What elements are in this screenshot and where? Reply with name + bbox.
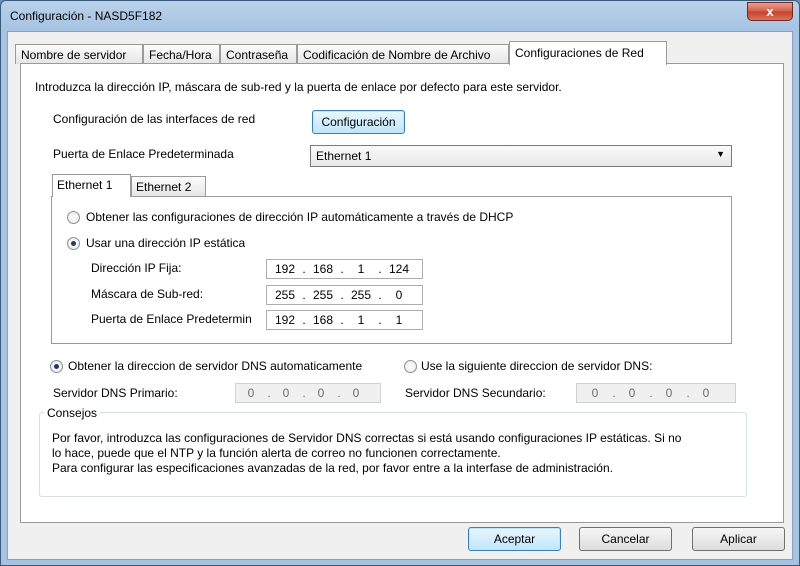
ip-octet: 124 <box>388 262 410 276</box>
cancel-button[interactable]: Cancelar <box>579 527 672 551</box>
tab-ethernet-1[interactable]: Ethernet 1 <box>52 174 131 197</box>
tab-password[interactable]: Contraseña <box>220 44 297 64</box>
ip-octet: 1 <box>357 313 365 327</box>
title-bar[interactable]: Configuración - NASD5F182 x <box>1 1 799 31</box>
interfaces-config-button[interactable]: Configuración <box>312 110 405 134</box>
default-gateway-select[interactable]: Ethernet 1 ▼ <box>310 145 732 167</box>
fixed-ip-label: Dirección IP Fija: <box>91 261 182 275</box>
dns-auto-label: Obtener la direccion de servidor DNS aut… <box>68 359 363 373</box>
ip-octet: 1 <box>395 313 403 327</box>
ip-octet: 255 <box>274 288 296 302</box>
tab-network-settings[interactable]: Configuraciones de Red <box>509 41 667 65</box>
ethernet-1-panel: Obtener las configuraciones de dirección… <box>51 196 732 344</box>
ok-button[interactable]: Aceptar <box>468 527 561 551</box>
dns-secondary-field[interactable]: 0 . 0 . 0 . 0 <box>576 383 736 403</box>
ip-octet: 1 <box>357 262 365 276</box>
window-title: Configuración - NASD5F182 <box>10 9 163 23</box>
network-settings-panel: Introduzca la dirección IP, máscara de s… <box>20 63 784 523</box>
dialog-client-area: Nombre de servidor Fecha/Hora Contraseña… <box>7 31 793 560</box>
subnet-mask-field[interactable]: 255 . 255 . 255 . 0 <box>266 285 423 305</box>
default-gateway-value: Ethernet 1 <box>316 149 372 163</box>
configuration-window: Configuración - NASD5F182 x Nombre de se… <box>0 0 800 566</box>
ip-octet: 0 <box>352 386 360 400</box>
apply-button[interactable]: Aplicar <box>692 527 785 551</box>
tab-ethernet-2[interactable]: Ethernet 2 <box>131 176 206 197</box>
ip-octet: 168 <box>312 262 334 276</box>
tips-line: lo hace, puede que el NTP y la función a… <box>52 446 501 460</box>
default-gateway-label: Puerta de Enlace Predeterminada <box>53 147 234 161</box>
dns-manual-label: Use la siguiente direccion de servidor D… <box>421 359 653 373</box>
static-ip-label: Usar una dirección IP estática <box>86 236 246 250</box>
ip-octet: 0 <box>665 386 673 400</box>
tips-line: Para configurar las especificaciones ava… <box>52 461 613 475</box>
ip-gateway-label: Puerta de Enlace Predetermin <box>91 312 252 326</box>
ip-octet: 0 <box>628 386 636 400</box>
ip-gateway-field[interactable]: 192 . 168 . 1 . 1 <box>266 310 423 330</box>
interfaces-label: Configuración de las interfaces de red <box>53 112 256 126</box>
ip-octet: 255 <box>350 288 372 302</box>
ip-octet: 0 <box>317 386 325 400</box>
dhcp-radio[interactable] <box>67 211 80 224</box>
ip-octet: 0 <box>395 288 403 302</box>
tips-line: Por favor, introduzca las configuracione… <box>52 431 682 445</box>
ip-octet: 0 <box>247 386 255 400</box>
tab-date-time[interactable]: Fecha/Hora <box>143 44 220 64</box>
ip-octet: 0 <box>282 386 290 400</box>
dns-manual-radio[interactable] <box>404 360 417 373</box>
close-icon: x <box>766 4 774 19</box>
subnet-mask-label: Máscara de Sub-red: <box>91 287 204 301</box>
dns-primary-field[interactable]: 0 . 0 . 0 . 0 <box>235 383 381 403</box>
ip-octet: 168 <box>312 313 334 327</box>
ip-octet: 192 <box>274 313 296 327</box>
dns-auto-radio[interactable] <box>50 360 63 373</box>
tab-server-name[interactable]: Nombre de servidor <box>15 44 143 64</box>
tab-filename-encoding[interactable]: Codificación de Nombre de Archivo <box>297 44 509 64</box>
tips-groupbox: Consejos Por favor, introduzca las confi… <box>39 406 747 497</box>
intro-text: Introduzca la dirección IP, máscara de s… <box>35 80 562 94</box>
static-ip-radio[interactable] <box>67 237 80 250</box>
dhcp-label: Obtener las configuraciones de dirección… <box>86 210 514 224</box>
tips-title: Consejos <box>44 406 101 420</box>
ip-octet: 0 <box>702 386 710 400</box>
ip-octet: 192 <box>274 262 296 276</box>
dns-secondary-label: Servidor DNS Secundario: <box>405 386 546 400</box>
ip-octet: 255 <box>312 288 334 302</box>
ip-octet: 0 <box>591 386 599 400</box>
dns-primary-label: Servidor DNS Primario: <box>53 386 178 400</box>
fixed-ip-field[interactable]: 192 . 168 . 1 . 124 <box>266 259 423 279</box>
chevron-down-icon: ▼ <box>716 149 725 159</box>
close-button[interactable]: x <box>747 2 793 21</box>
